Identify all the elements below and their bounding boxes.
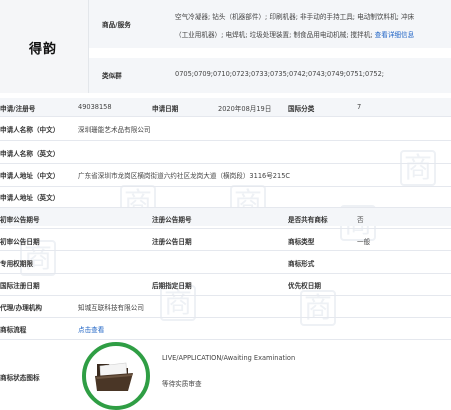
brand-logo: 得韵	[29, 42, 58, 57]
divider	[0, 295, 451, 296]
type-value: 一般	[357, 238, 371, 246]
process-link[interactable]: 点击查看	[78, 324, 104, 334]
agent-value: 知城互联科技有限公司	[78, 304, 144, 312]
address-en-label: 申请人地址（英文）	[0, 194, 60, 202]
similar-group-label: 类似群	[102, 72, 122, 80]
applicant-cn-label: 申请人名称（中文）	[0, 126, 60, 134]
type-label: 商标类型	[288, 238, 315, 246]
address-cn-value: 广东省深圳市龙岗区横岗街道六约社区龙岗大道（横岗段）3116号215C	[78, 172, 291, 180]
goods-band	[88, 0, 451, 48]
goods-more-link[interactable]: 查看详细信息	[375, 31, 415, 39]
later-date-label: 后期指定日期	[152, 282, 192, 290]
intl-reg-date-label: 国际注册日期	[0, 282, 40, 290]
status-text-en: LIVE/APPLICATION/Awaiting Examination	[162, 354, 296, 362]
priority-date-label: 优先权日期	[288, 282, 321, 290]
goods-line-1: 空气冷凝器; 钻头（机器部件）; 印刷机器; 非手动的手持工具; 电动制饮料机;…	[175, 13, 415, 21]
goods-label: 商品/服务	[102, 21, 131, 29]
divider	[0, 228, 451, 229]
shared-value: 否	[357, 216, 364, 224]
row-band	[0, 208, 451, 226]
apply-date-label: 申请日期	[152, 105, 179, 113]
prelim-no-label: 初审公告期号	[0, 216, 40, 224]
divider	[0, 186, 451, 187]
prelim-date-label: 初审公告日期	[0, 238, 40, 246]
agent-label: 代理/办理机构	[0, 304, 42, 312]
goods-line-2-text: （工业用机器）; 电焊机; 垃圾处理装置; 制食品用电动机械; 搅拌机;	[175, 31, 373, 39]
applicant-en-label: 申请人名称（英文）	[0, 150, 60, 158]
open-folder-icon	[94, 356, 138, 398]
brand-logo-box: 得韵	[0, 0, 89, 93]
form-label: 商标形式	[288, 260, 315, 268]
divider	[0, 317, 451, 318]
status-badge	[82, 342, 150, 410]
divider	[0, 273, 451, 274]
reg-notice-no-label: 注册公告期号	[152, 216, 192, 224]
applicant-cn-value: 深圳珊能艺术品有限公司	[78, 126, 151, 134]
divider	[0, 339, 451, 340]
watermark-char: 商	[160, 285, 196, 321]
exclusive-label: 专用权期限	[0, 260, 33, 268]
divider	[0, 250, 451, 251]
reg-no-label: 申请/注册号	[0, 105, 36, 113]
process-label: 商标流程	[0, 326, 27, 334]
reg-no-value: 49038158	[78, 103, 112, 111]
watermark-char: 商	[400, 150, 436, 186]
status-label: 商标状态图标	[0, 374, 40, 382]
divider	[0, 116, 451, 117]
reg-notice-date-label: 注册公告日期	[152, 238, 192, 246]
address-cn-label: 申请人地址（中文）	[0, 172, 60, 180]
similar-group-value: 0705;0709;0710;0723;0733;0735;0742;0743;…	[175, 70, 385, 78]
intl-class-value: 7	[357, 103, 362, 111]
apply-date-value: 2020年08月19日	[218, 105, 272, 113]
goods-line-2: （工业用机器）; 电焊机; 垃圾处理装置; 制食品用电动机械; 搅拌机; 查看详…	[175, 29, 414, 39]
divider	[0, 163, 451, 164]
shared-label: 是否共有商标	[288, 216, 328, 224]
status-text-cn: 等待实质审查	[162, 380, 202, 388]
intl-class-label: 国际分类	[288, 105, 315, 113]
divider	[0, 140, 451, 141]
